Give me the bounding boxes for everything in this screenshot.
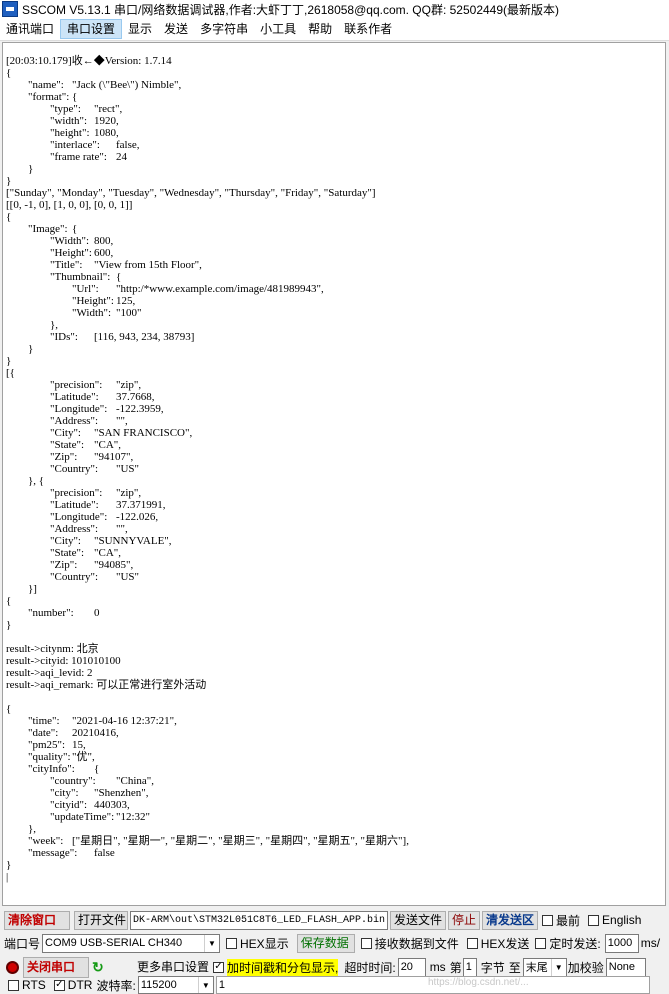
receive-text: [20:03:10.179]收←◆Version: 1.7.14 { "name… [6,55,409,883]
rts-checkbox[interactable]: RTS [8,978,46,992]
timestamp-checkbox[interactable]: ✓ 加时间戳和分包显示, [213,958,339,976]
rts-check-box[interactable] [8,979,19,991]
timed-send-checkbox[interactable]: 定时发送: [535,935,601,952]
english-checkbox[interactable]: English [588,913,641,927]
chevron-down-icon[interactable]: ▼ [204,934,219,952]
port-label: 端口号 [4,936,41,951]
menu-item-multi-string[interactable]: 多字符串 [194,19,254,39]
port-select-value: COM9 USB-SERIAL CH340 [45,937,183,949]
english-label: English [602,913,642,927]
menu-item-port[interactable]: 通讯端口 [0,19,60,39]
app-icon [2,1,18,17]
checksum-label: 加校验 [567,960,604,975]
timeout-label: 超时时间: [344,960,396,975]
menu-item-contact[interactable]: 联系作者 [338,19,398,39]
save-data-button[interactable]: 保存数据 [296,933,355,953]
toolbar-row-4: RTS ✓ DTR 波特率: 115200 ▼ 1 [0,976,669,994]
byte-label: 字节 [480,960,505,975]
open-file-button[interactable]: 打开文件 [74,910,128,930]
menu-item-send[interactable]: 发送 [158,19,194,39]
menu-bar: 通讯端口 串口设置 显示 发送 多字符串 小工具 帮助 联系作者 [0,18,669,41]
window-title: SSCOM V5.13.1 串口/网络数据调试器,作者:大虾丁丁,2618058… [22,2,560,17]
menu-item-tools[interactable]: 小工具 [254,19,302,39]
refresh-icon[interactable]: ↻ [92,960,106,974]
chevron-down-icon[interactable]: ▼ [197,977,213,993]
more-settings-button[interactable]: 更多串口设置 [133,957,209,977]
hex-send-checkbox[interactable]: HEX发送 [466,935,530,952]
topmost-label: 最前 [556,913,581,928]
menu-item-display[interactable]: 显示 [122,19,158,39]
receive-to-file-label: 接收数据到文件 [374,936,459,951]
close-port-button[interactable]: 关闭串口 [23,956,89,978]
end-select-value: 末尾 [525,962,548,974]
hex-display-check-box[interactable] [226,937,238,949]
hex-send-label: HEX发送 [480,936,530,951]
toolbar-row-3: 关闭串口 ↻ 更多串口设置 ✓ 加时间戳和分包显示, 超时时间: 20 ms 第… [0,956,669,978]
receive-to-file-check-box[interactable] [360,937,372,949]
title-bar: SSCOM V5.13.1 串口/网络数据调试器,作者:大虾丁丁,2618058… [0,0,669,18]
toolbar-row-2: 端口号 COM9 USB-SERIAL CH340 ▼ HEX显示 保存数据 接… [0,933,669,953]
timed-send-label: 定时发送: [549,936,601,951]
hex-send-check-box[interactable] [466,937,478,949]
rts-label: RTS [22,978,46,992]
send-file-button[interactable]: 发送文件 [390,910,446,930]
checksum-select[interactable]: None [605,957,646,977]
dtr-checkbox[interactable]: ✓ DTR [53,978,93,992]
english-check-box[interactable] [588,914,600,926]
timed-interval-input[interactable]: 1000 [604,933,639,953]
port-status-icon [6,960,19,974]
menu-item-help[interactable]: 帮助 [302,19,338,39]
interval-unit: ms/ [640,936,661,950]
timeout-unit: ms [429,960,446,974]
end-select[interactable]: 末尾 ▼ [522,957,567,977]
timed-send-check-box[interactable] [535,937,547,949]
baud-select-value: 115200 [140,979,177,991]
clear-window-button[interactable]: 清除窗口 [4,910,70,930]
byte-index-input[interactable]: 1 [462,957,477,977]
stop-button[interactable]: 停止 [448,910,480,930]
timestamp-label: 加时间戳和分包显示, [227,958,339,976]
dtr-label: DTR [67,978,93,992]
baud-select[interactable]: 115200 ▼ [137,976,214,994]
timeout-input[interactable]: 20 [397,957,426,977]
check-icon[interactable]: ✓ [53,979,65,991]
receive-area[interactable]: [20:03:10.179]收←◆Version: 1.7.14 { "name… [2,42,666,906]
clear-send-button[interactable]: 清发送区 [482,910,538,930]
baud-label: 波特率: [96,978,136,993]
to-label: 至 [508,960,521,975]
toolbar-row-1: 清除窗口 打开文件 DK-ARM\out\STM32L051C8T6_LED_F… [0,910,669,930]
hex-display-label: HEX显示 [240,936,289,951]
receive-to-file-checkbox[interactable]: 接收数据到文件 [360,935,459,952]
chevron-down-icon[interactable]: ▼ [550,958,566,976]
watermark: https://blog.csdn.net/... [428,977,529,988]
nth-label: 第 [449,960,462,975]
port-select[interactable]: COM9 USB-SERIAL CH340 ▼ [42,933,221,953]
check-icon[interactable]: ✓ [213,961,224,973]
hex-display-checkbox[interactable]: HEX显示 [226,935,289,952]
file-path-field[interactable]: DK-ARM\out\STM32L051C8T6_LED_FLASH_APP.b… [130,910,388,930]
topmost-checkbox[interactable]: 最前 [542,912,580,929]
menu-item-serial-settings[interactable]: 串口设置 [60,19,123,39]
topmost-check-box[interactable] [542,914,553,926]
